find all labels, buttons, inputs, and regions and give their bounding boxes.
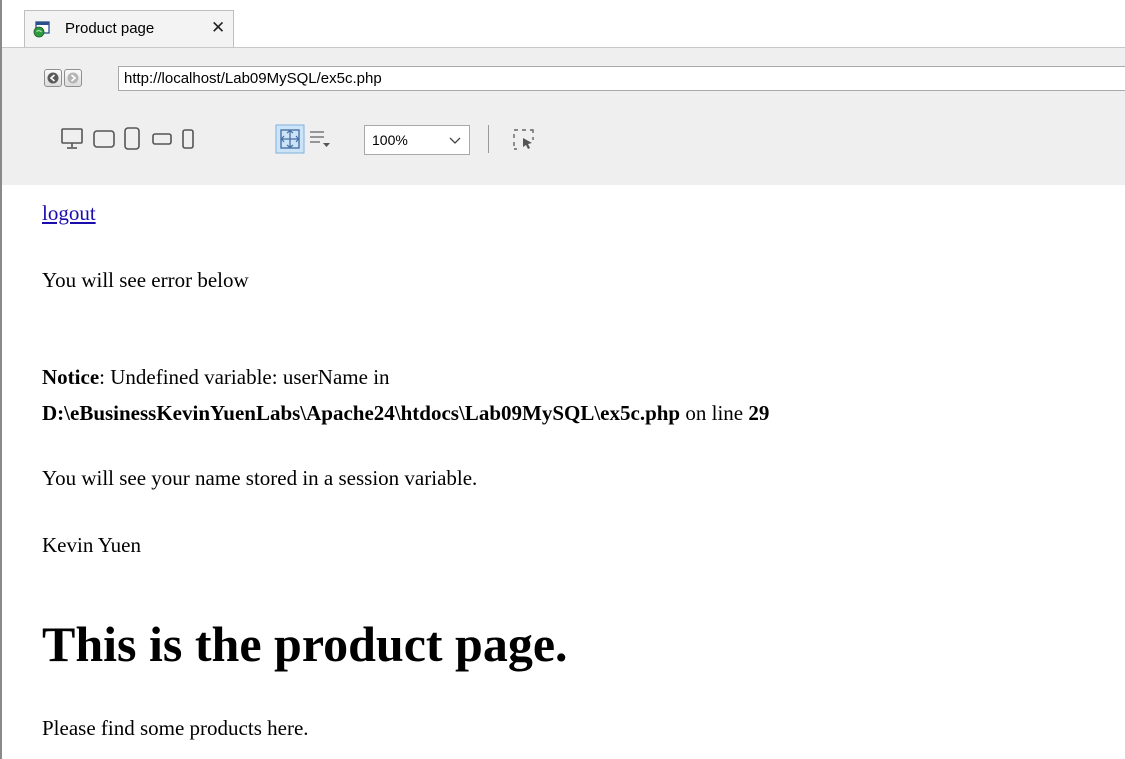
tablet-portrait-icon[interactable] xyxy=(122,126,142,152)
select-region-icon[interactable] xyxy=(510,126,538,154)
phone-landscape-icon[interactable] xyxy=(150,126,174,152)
notice-path: D:\eBusinessKevinYuenLabs\Apache24\htdoc… xyxy=(42,401,681,425)
zoom-select[interactable]: 100% xyxy=(364,125,470,155)
tablet-landscape-icon[interactable] xyxy=(92,126,116,152)
notice-line-number: 29 xyxy=(748,401,770,425)
desktop-icon[interactable] xyxy=(60,126,84,152)
browser-toolbar: http://localhost/Lab09MySQL/ex5c.php 100… xyxy=(2,48,1125,185)
notice-online: on line xyxy=(680,401,749,425)
user-name: Kevin Yuen xyxy=(42,533,141,557)
notice-label: Notice xyxy=(42,365,100,389)
nav-buttons xyxy=(44,69,82,87)
zoom-value: 100% xyxy=(372,132,408,148)
error-intro-text: You will see error below xyxy=(42,268,249,292)
browser-window: Product page ✕ http://localhost/Lab09MyS… xyxy=(0,0,1125,759)
session-text: You will see your name stored in a sessi… xyxy=(42,466,478,490)
back-arrow-icon xyxy=(47,72,59,84)
url-field[interactable]: http://localhost/Lab09MySQL/ex5c.php xyxy=(118,66,1125,91)
products-text: Please find some products here. xyxy=(42,716,309,740)
page-heading: This is the product page. xyxy=(42,616,568,672)
tab-product-page[interactable]: Product page ✕ xyxy=(24,10,234,47)
notice-line-2: D:\eBusinessKevinYuenLabs\Apache24\htdoc… xyxy=(42,401,769,426)
back-button[interactable] xyxy=(44,69,62,87)
fit-to-window-icon[interactable] xyxy=(275,124,305,154)
forward-button[interactable] xyxy=(64,69,82,87)
chevron-down-icon xyxy=(449,137,461,144)
page-window-icon xyxy=(33,21,50,38)
phone-portrait-icon[interactable] xyxy=(178,126,198,152)
notice-line-1: Notice: Undefined variable: userName in xyxy=(42,365,390,390)
logout-link[interactable]: logout xyxy=(42,201,96,226)
text-wrap-icon[interactable] xyxy=(306,126,332,152)
notice-text: : Undefined variable: userName in xyxy=(99,365,390,389)
tab-title: Product page xyxy=(65,20,155,37)
close-icon[interactable]: ✕ xyxy=(211,18,225,38)
toolbar-divider xyxy=(488,125,489,153)
tab-strip: Product page ✕ xyxy=(2,0,1125,48)
forward-arrow-icon xyxy=(67,72,79,84)
